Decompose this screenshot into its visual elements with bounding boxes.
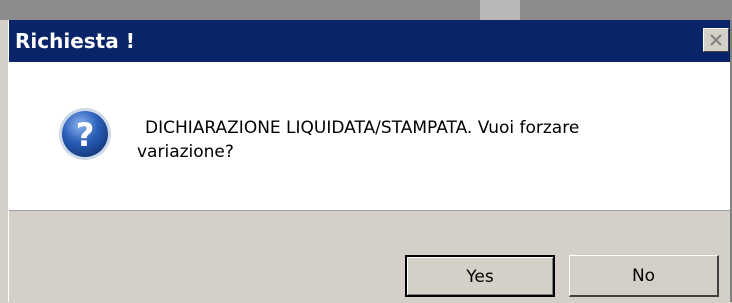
background-window-strip (0, 0, 732, 20)
yes-button[interactable]: Yes (405, 255, 555, 297)
close-button[interactable] (703, 28, 729, 52)
svg-text:?: ? (76, 116, 95, 154)
dialog-title: Richiesta ! (15, 29, 135, 53)
question-icon: ? (59, 108, 111, 160)
message-line-2: variazione? (137, 142, 234, 162)
dialog-titlebar[interactable]: Richiesta ! (9, 20, 732, 62)
question-dialog: Richiesta ! ? DICHIARAZIONE LIQUIDATA/ST… (8, 20, 732, 303)
close-icon (710, 34, 722, 46)
dialog-content: ? DICHIARAZIONE LIQUIDATA/STAMPATA. Vuoi… (9, 62, 732, 210)
message-line-1: DICHIARAZIONE LIQUIDATA/STAMPATA. Vuoi f… (145, 118, 580, 138)
no-button[interactable]: No (569, 255, 719, 297)
dialog-button-bar: Yes No (9, 210, 732, 303)
dialog-message: DICHIARAZIONE LIQUIDATA/STAMPATA. Vuoi f… (137, 116, 697, 164)
